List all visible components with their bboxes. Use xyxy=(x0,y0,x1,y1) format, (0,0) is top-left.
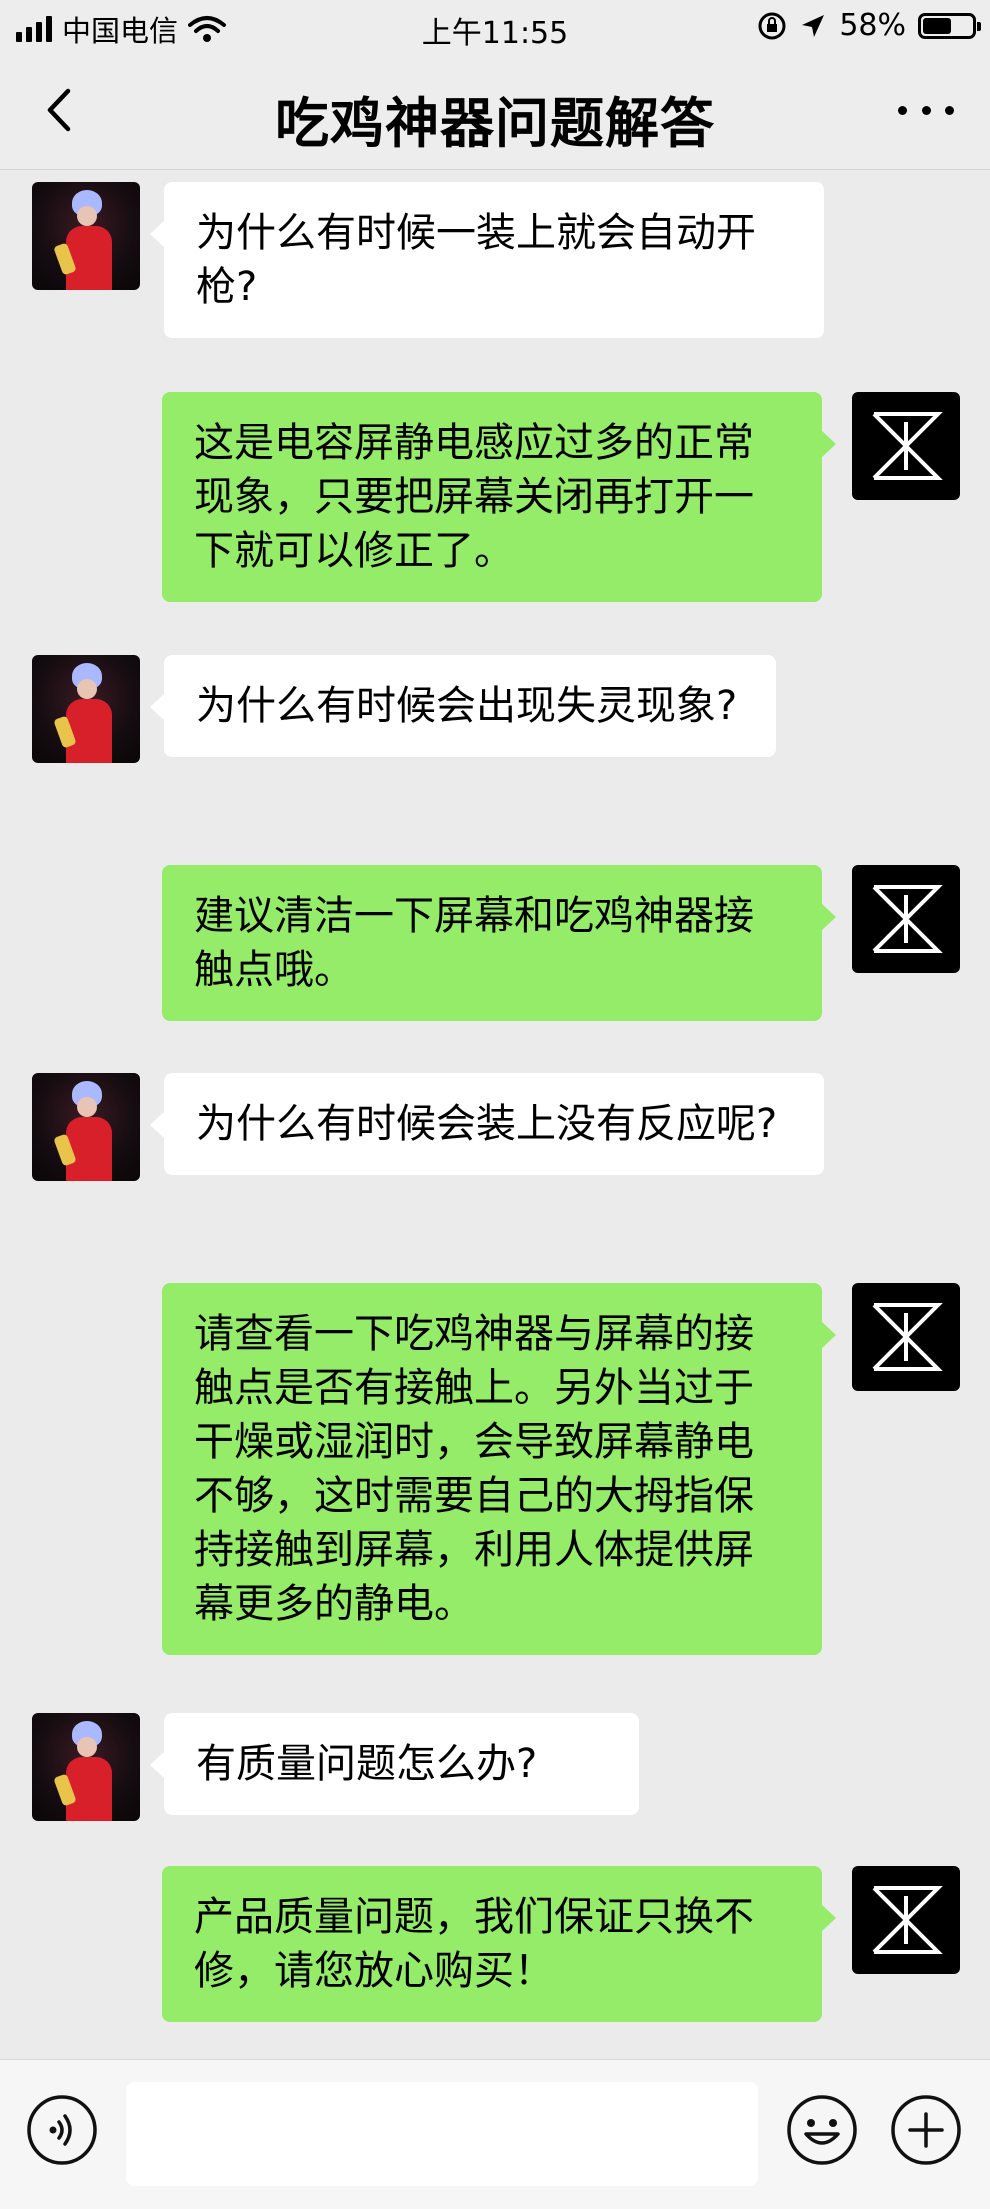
battery-percent: 58% xyxy=(839,8,906,43)
brand-avatar[interactable] xyxy=(852,865,960,973)
user-avatar[interactable] xyxy=(32,182,140,290)
chat-title: 吃鸡神器问题解答 xyxy=(275,92,715,155)
message-bubble-sent[interactable]: 请查看一下吃鸡神器与屏幕的接触点是否有接触上。另外当过于干燥或湿润时，会导致屏幕… xyxy=(162,1283,836,1655)
emoji-icon[interactable] xyxy=(786,2094,858,2166)
user-avatar[interactable] xyxy=(32,655,140,763)
input-bar xyxy=(0,2059,990,2209)
status-bar: 中国电信 上午11:55 58% xyxy=(0,0,990,55)
message-bubble-sent[interactable]: 产品质量问题，我们保证只换不修，请您放心购买！ xyxy=(162,1866,836,2022)
message-bubble-received[interactable]: 为什么有时候会装上没有反应呢? xyxy=(150,1073,824,1175)
brand-avatar[interactable] xyxy=(852,1283,960,1391)
message-bubble-sent[interactable]: 这是电容屏静电感应过多的正常现象，只要把屏幕关闭再打开一下就可以修正了。 xyxy=(162,392,836,602)
message-row: 有质量问题怎么办? xyxy=(0,1713,990,1821)
location-icon xyxy=(802,14,825,37)
plus-icon[interactable] xyxy=(890,2094,962,2166)
nav-bar: 吃鸡神器问题解答 xyxy=(0,55,990,170)
battery-icon xyxy=(918,12,981,39)
message-row: 为什么有时候一装上就会自动开枪? xyxy=(0,182,990,338)
orientation-lock-icon xyxy=(758,12,786,39)
status-right: 58% xyxy=(757,8,981,43)
brand-avatar[interactable] xyxy=(852,392,960,500)
user-avatar[interactable] xyxy=(32,1713,140,1821)
chat-area[interactable]: 为什么有时候一装上就会自动开枪? 这是电容屏静电感应过多的正常现象，只要把屏幕关… xyxy=(0,170,990,2060)
message-bubble-received[interactable]: 为什么有时候一装上就会自动开枪? xyxy=(150,182,824,338)
message-bubble-received[interactable]: 为什么有时候会出现失灵现象? xyxy=(150,655,776,757)
voice-icon[interactable] xyxy=(26,2094,98,2166)
message-row: 为什么有时候会出现失灵现象? xyxy=(0,655,990,763)
battery-fill xyxy=(923,17,951,34)
message-bubble-sent[interactable]: 建议清洁一下屏幕和吃鸡神器接触点哦。 xyxy=(162,865,836,1021)
message-bubble-received[interactable]: 有质量问题怎么办? xyxy=(150,1713,639,1815)
more-dots-icon[interactable] xyxy=(898,100,954,120)
message-input[interactable] xyxy=(126,2082,758,2186)
brand-avatar[interactable] xyxy=(852,1866,960,1974)
user-avatar[interactable] xyxy=(32,1073,140,1181)
message-row: 为什么有时候会装上没有反应呢? xyxy=(0,1073,990,1181)
